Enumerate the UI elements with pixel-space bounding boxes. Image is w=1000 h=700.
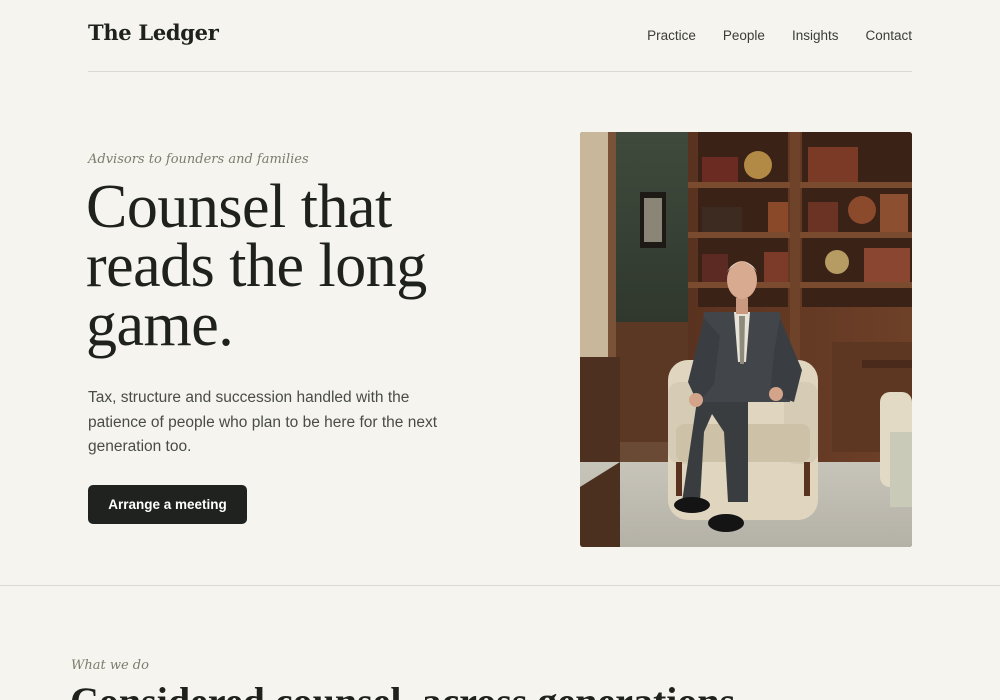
site-logo[interactable]: The Ledger [88, 20, 219, 45]
hero-lede: Tax, structure and succession handled wi… [88, 389, 437, 455]
arrange-meeting-button[interactable]: Arrange a meeting [88, 485, 247, 524]
hero-portrait-photo [580, 132, 912, 547]
hero-eyebrow: Advisors to founders and families [88, 152, 309, 167]
section-eyebrow: What we do [71, 658, 149, 673]
section-title: Considered counsel, across generations [70, 680, 970, 700]
section-divider [0, 585, 1000, 586]
main-nav: Practice People Insights Contact [620, 28, 912, 43]
nav-link-contact[interactable]: Contact [865, 28, 912, 43]
site-header: The Ledger Practice People Insights Cont… [88, 0, 912, 72]
nav-link-practice[interactable]: Practice [647, 28, 696, 43]
nav-link-people[interactable]: People [723, 28, 765, 43]
hero-headline: Counsel that reads the long game. [86, 173, 427, 359]
nav-link-insights[interactable]: Insights [792, 28, 839, 43]
